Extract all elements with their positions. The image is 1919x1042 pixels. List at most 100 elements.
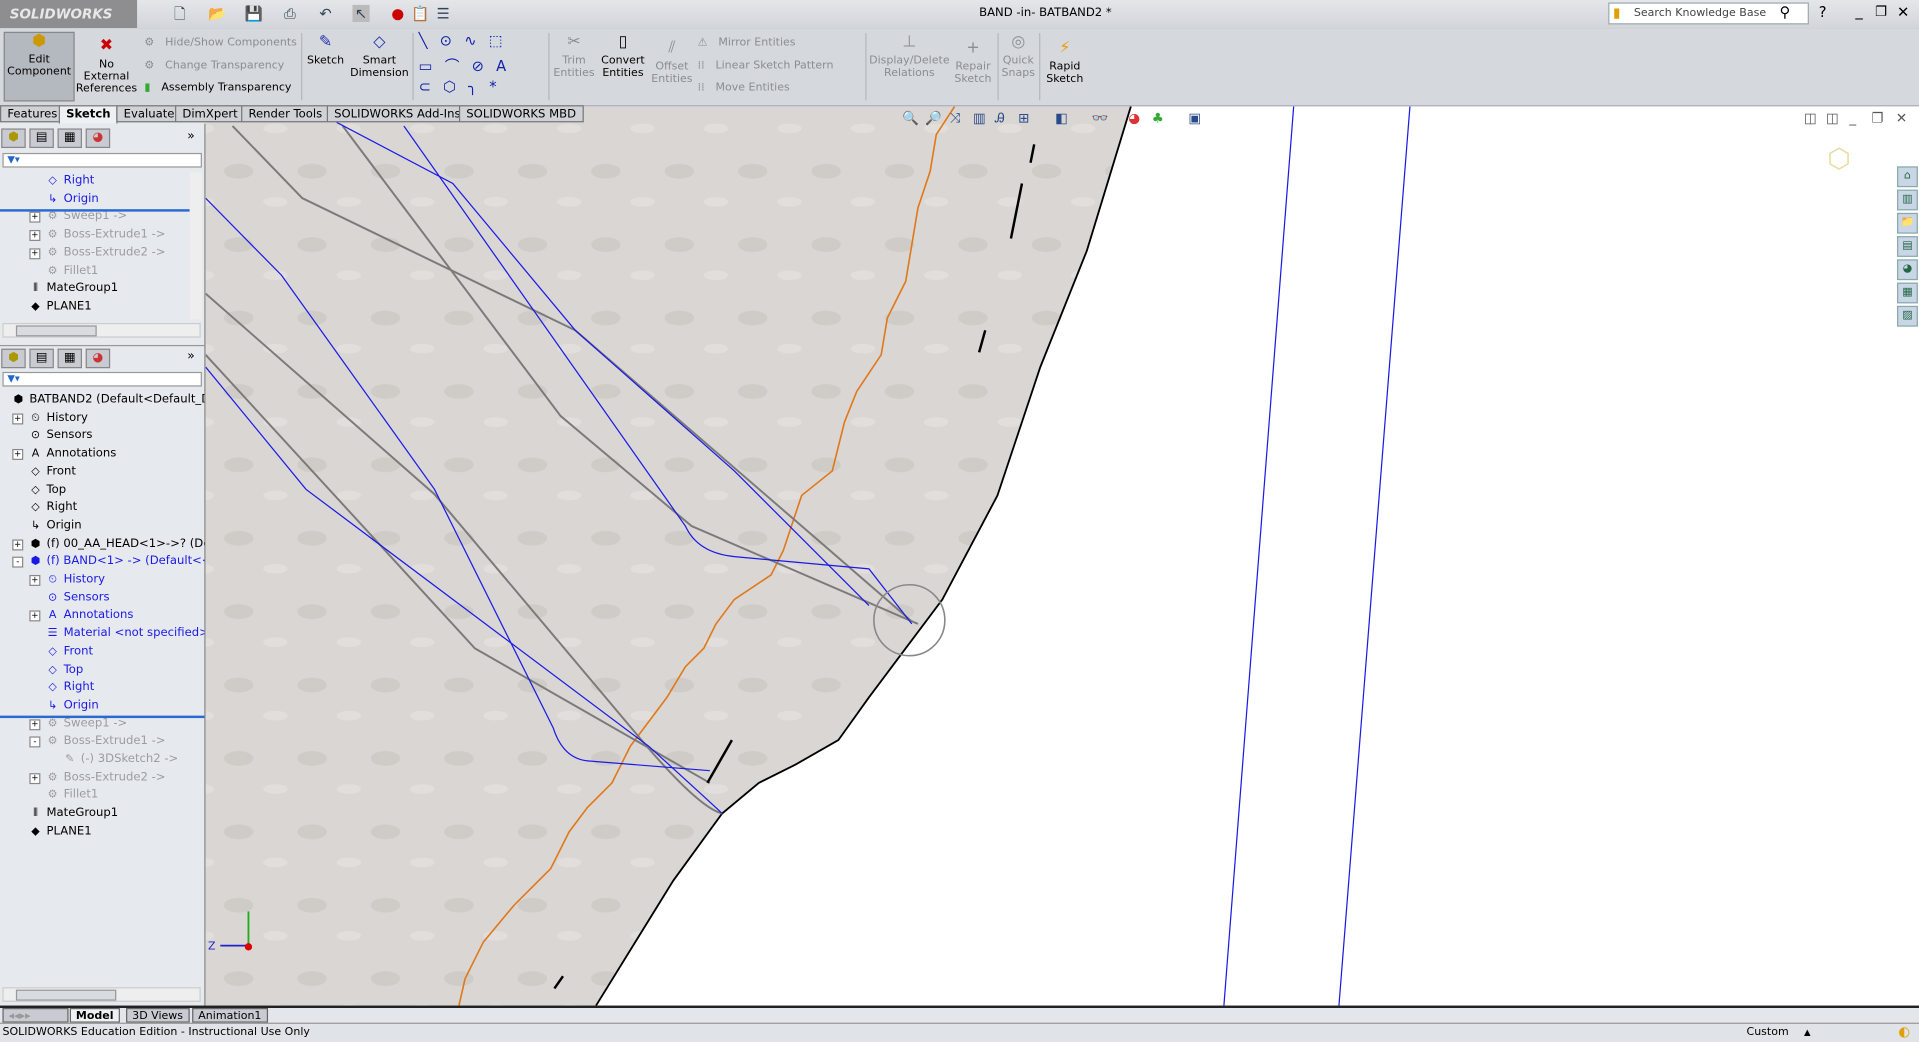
rectangle-arc-ellipse-text-tools[interactable]: ▭⌒⊘A	[419, 55, 519, 76]
property-manager-tab-icon[interactable]: ▤	[29, 128, 54, 149]
tree-item[interactable]: ◇ Right	[44, 172, 94, 189]
expand-toggle-icon[interactable]: +	[12, 413, 24, 425]
hide-show-components-button[interactable]: ⚙ Hide/Show Components	[144, 37, 296, 49]
solidworks-logo[interactable]: SOLIDWORKS	[0, 0, 138, 29]
open-folder-icon[interactable]: 📂	[208, 5, 226, 22]
tree-item[interactable]: ◇ Right	[27, 499, 77, 516]
tree-item[interactable]: ⊙ Sensors	[27, 427, 93, 444]
new-document-icon[interactable]: 🗋	[171, 5, 188, 22]
tab-solidworks-add-ins[interactable]: SOLIDWORKS Add-Ins	[326, 105, 468, 123]
line-circle-spline-tools[interactable]: ╲⊙∿⬚	[419, 32, 515, 49]
feature-manager-tab-icon[interactable]: ⬢	[1, 348, 26, 369]
expand-toggle-icon[interactable]: +	[29, 248, 41, 260]
quick-snaps-button[interactable]: ◎ Quick Snaps	[1000, 34, 1037, 80]
custom-properties-icon[interactable]: ▦	[1897, 282, 1918, 304]
tree-item[interactable]: ⚙ Boss-Extrude1 ->	[44, 733, 166, 750]
options-icon[interactable]: ☰	[434, 5, 451, 22]
tab-animation1[interactable]: Animation1	[192, 1007, 268, 1023]
apply-scene-icon[interactable]: ♣	[1152, 110, 1164, 126]
slot-polygon-fillet-point-tools[interactable]: ⊂⬡╮*	[419, 78, 509, 95]
tab-render-tools[interactable]: Render Tools	[241, 105, 330, 123]
tree-item[interactable]: ↳ Origin	[44, 190, 99, 207]
repair-sketch-button[interactable]: + Repair Sketch	[952, 40, 994, 86]
file-explorer-icon[interactable]: 📁	[1897, 212, 1918, 234]
tree-item[interactable]: ⬢ (f) 00_AA_HEAD<1>->? (De	[27, 535, 205, 552]
tree-item[interactable]: ⬢ (f) BAND<1> -> (Default<<	[27, 553, 205, 570]
tile-right-icon[interactable]: ◫	[1826, 110, 1839, 126]
tab-dimxpert[interactable]: DimXpert	[175, 105, 246, 123]
expand-toggle-icon[interactable]: +	[29, 230, 41, 242]
expand-toggle-icon[interactable]: +	[29, 772, 41, 784]
display-manager-tab-icon[interactable]: ◕	[85, 348, 111, 369]
display-style-icon[interactable]: ◧	[1055, 110, 1068, 126]
view-orientation-icon[interactable]: ⊞	[1018, 110, 1029, 126]
solidworks-forum-icon[interactable]: ▨	[1897, 305, 1918, 327]
section-view-icon[interactable]: ▥	[973, 110, 986, 126]
tree-item[interactable]: ⦀ MateGroup1	[27, 280, 118, 297]
tree-item[interactable]: ⚙ Boss-Extrude2 ->	[44, 769, 166, 786]
restore-icon[interactable]: ❐	[1875, 4, 1887, 20]
viewport-close-icon[interactable]: ✕	[1896, 110, 1907, 126]
rollback-bar[interactable]	[0, 715, 205, 719]
expand-chevron-icon[interactable]: »	[187, 350, 194, 363]
tile-left-icon[interactable]: ◫	[1804, 110, 1817, 126]
property-manager-tab-icon[interactable]: ▤	[29, 348, 54, 369]
tree-item[interactable]: ⚙ Boss-Extrude2 ->	[44, 244, 166, 261]
tree-item[interactable]: ⚙ Boss-Extrude1 ->	[44, 226, 166, 243]
configuration-manager-tab-icon[interactable]: ▦	[57, 348, 83, 369]
tab-evaluate[interactable]: Evaluate	[116, 105, 182, 123]
tab-3d-views[interactable]: 3D Views	[126, 1007, 190, 1023]
expand-toggle-icon[interactable]: +	[29, 574, 41, 586]
design-library-icon[interactable]: ▥	[1897, 189, 1918, 211]
view-settings-icon[interactable]: ▣	[1188, 110, 1201, 126]
display-delete-relations-button[interactable]: ⊥ Display/Delete Relations	[869, 34, 950, 80]
expand-toggle-icon[interactable]: -	[29, 736, 41, 748]
undo-icon[interactable]: ↶	[317, 5, 334, 22]
save-icon[interactable]: 💾	[245, 5, 263, 22]
unit-system-caret-icon[interactable]: ▲	[1804, 1024, 1811, 1041]
tree-item[interactable]: ⦀ MateGroup1	[27, 805, 118, 822]
tree-item[interactable]: ◇ Right	[44, 679, 94, 696]
tab-features[interactable]: Features	[0, 105, 65, 123]
no-external-references-button[interactable]: ✖ No External References	[76, 37, 137, 95]
tree-item[interactable]: ↳ Origin	[44, 697, 99, 714]
viewport-restore-icon[interactable]: ❐	[1871, 110, 1883, 126]
expand-toggle-icon[interactable]: +	[12, 449, 24, 461]
move-entities-button[interactable]: ⁞⁞ Move Entities	[698, 82, 790, 94]
expand-chevron-icon[interactable]: »	[187, 130, 194, 143]
help-icon[interactable]: ?	[1819, 4, 1827, 21]
feature-manager-tab-icon[interactable]: ⬢	[1, 128, 26, 149]
tab-scroll-arrows[interactable]: ◂◂▸▸	[2, 1007, 69, 1023]
trim-entities-button[interactable]: ✂ Trim Entities	[553, 34, 595, 80]
mirror-entities-button[interactable]: ⚠ Mirror Entities	[698, 37, 796, 49]
change-transparency-button[interactable]: ⚙ Change Transparency	[144, 60, 284, 72]
convert-entities-button[interactable]: ▯ Convert Entities	[597, 34, 648, 80]
filter-input[interactable]: ▼▾	[2, 152, 202, 168]
tree-item[interactable]: ◆ PLANE1	[27, 823, 92, 840]
file-properties-icon[interactable]: 📋	[411, 5, 429, 22]
print-icon[interactable]: ⎙	[281, 5, 298, 22]
sketch-canvas[interactable]: Z	[205, 106, 1919, 1006]
expand-toggle-icon[interactable]: +	[12, 538, 24, 550]
edit-component-button[interactable]: ⬢ Edit Component	[3, 31, 75, 102]
linear-sketch-pattern-button[interactable]: ⁞⁞ Linear Sketch Pattern	[698, 60, 834, 72]
expand-toggle-icon[interactable]: +	[29, 610, 41, 622]
top-tree-scrollbar[interactable]	[189, 172, 202, 320]
tree-item[interactable]: A Annotations	[44, 607, 134, 624]
view-palette-icon[interactable]: ▤	[1897, 236, 1918, 257]
unit-system-selector[interactable]: Custom	[1747, 1024, 1789, 1041]
rapid-sketch-button[interactable]: ⚡ Rapid Sketch	[1043, 40, 1087, 86]
configuration-manager-tab-icon[interactable]: ▦	[57, 128, 83, 149]
tree-item[interactable]: ◇ Front	[44, 643, 93, 660]
viewport-minimize-icon[interactable]: _	[1849, 110, 1856, 126]
top-tree-horizontal-scrollbar[interactable]	[2, 322, 201, 338]
appearances-icon[interactable]: ◕	[1897, 259, 1918, 281]
tree-item[interactable]: ⏲ History	[44, 571, 105, 588]
zoom-to-fit-icon[interactable]: 🔍	[902, 110, 919, 126]
display-manager-tab-icon[interactable]: ◕	[85, 128, 111, 149]
offset-entities-button[interactable]: ⫽ Offset Entities	[650, 40, 694, 86]
view-cube-icon[interactable]: ⬡	[1827, 144, 1851, 175]
assembly-transparency-button[interactable]: ▮ Assembly Transparency	[144, 82, 291, 94]
tree-item[interactable]: ☰ Material <not specified>	[44, 625, 205, 642]
minimize-icon[interactable]: _	[1855, 2, 1862, 19]
